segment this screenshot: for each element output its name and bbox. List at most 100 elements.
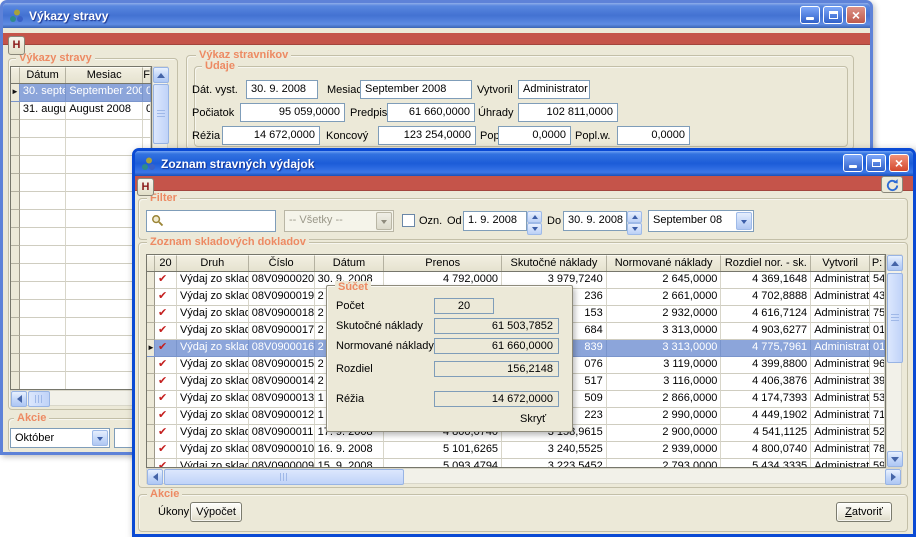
front-table-vscrollbar[interactable]: [886, 254, 902, 468]
titlebar-front[interactable]: Zoznam stravných výdajok ×: [135, 151, 913, 176]
column-header[interactable]: [147, 255, 155, 271]
scroll-down-button[interactable]: [887, 451, 903, 467]
table-row[interactable]: [11, 192, 151, 210]
popl-w-field[interactable]: 0,0000: [617, 126, 690, 145]
table-row[interactable]: [11, 210, 151, 228]
table-row[interactable]: [11, 246, 151, 264]
rozdiel-cell: 4 406,3876: [721, 374, 811, 391]
table-row[interactable]: [11, 372, 151, 390]
pocet-label: Počet: [336, 300, 364, 312]
scroll-left-button[interactable]: [147, 469, 163, 485]
maximize-button[interactable]: [866, 154, 886, 172]
table-row[interactable]: [11, 264, 151, 282]
minimize-button[interactable]: [800, 6, 820, 24]
table-row[interactable]: ✔Výdaj zo skladu08V090000915. 9. 20085 0…: [147, 459, 885, 468]
normovane-cell: 3 313,0000: [607, 340, 722, 357]
column-header[interactable]: Dátum: [315, 255, 385, 271]
spin-up-icon[interactable]: [527, 211, 542, 223]
rezia-field[interactable]: 14 672,0000: [222, 126, 320, 145]
table-row[interactable]: [11, 300, 151, 318]
filter-type-dropdown[interactable]: -- Všetky --: [284, 210, 394, 232]
scroll-left-button[interactable]: [11, 391, 27, 407]
scroll-up-button[interactable]: [153, 67, 169, 83]
f-cell: 0: [143, 102, 151, 120]
ozn-checkbox[interactable]: [402, 214, 415, 227]
table-row[interactable]: [11, 318, 151, 336]
uhrady-field[interactable]: 102 811,0000: [518, 103, 618, 122]
column-header[interactable]: Číslo: [249, 255, 315, 271]
scroll-thumb[interactable]: [164, 469, 404, 485]
chevron-down-icon[interactable]: [736, 212, 752, 230]
rozdiel-cell: 4 174,7393: [721, 391, 811, 408]
scroll-up-button[interactable]: [887, 255, 903, 271]
month-dropdown[interactable]: Október: [10, 428, 110, 448]
month-filter-dropdown[interactable]: September 08: [648, 210, 754, 232]
column-header[interactable]: Vytvoril: [811, 255, 870, 271]
column-header[interactable]: Rozdiel nor. - sk.: [721, 255, 811, 271]
scroll-right-button[interactable]: [885, 469, 901, 485]
column-header[interactable]: Skutočné náklady: [502, 255, 607, 271]
dat-vyst-field[interactable]: 30. 9. 2008: [246, 80, 318, 99]
help-button[interactable]: H: [137, 178, 154, 196]
help-button[interactable]: H: [8, 36, 25, 55]
search-input[interactable]: [146, 210, 276, 232]
scroll-thumb[interactable]: [153, 84, 169, 144]
minimize-button[interactable]: [843, 154, 863, 172]
column-header[interactable]: F: [143, 67, 151, 83]
column-header[interactable]: Dátum: [20, 67, 66, 83]
rozdiel-cell: 4 800,0740: [721, 442, 811, 459]
table-row[interactable]: ✔Výdaj zo skladu08V090001016. 9. 20085 1…: [147, 442, 885, 459]
scroll-thumb[interactable]: [887, 273, 903, 363]
table-row[interactable]: [11, 354, 151, 372]
od-date-spinner[interactable]: [527, 211, 542, 231]
column-header[interactable]: 20: [155, 255, 177, 271]
do-date-spinner[interactable]: [627, 211, 642, 231]
row-marker-cell: [11, 282, 20, 300]
column-header[interactable]: Druh: [177, 255, 249, 271]
od-date-field[interactable]: 1. 9. 2008: [463, 211, 527, 231]
predpis-field[interactable]: 61 660,0000: [387, 103, 475, 122]
vypocet-button[interactable]: Výpočet: [190, 502, 242, 522]
pociatok-field[interactable]: 95 059,0000: [240, 103, 345, 122]
close-button[interactable]: ×: [846, 6, 866, 24]
cislo-cell: 08V0900010: [249, 442, 315, 459]
front-table-hscrollbar[interactable]: [146, 468, 902, 484]
spin-up-icon[interactable]: [627, 211, 642, 223]
table-row[interactable]: ►30. septeSeptember 20080: [11, 84, 151, 102]
table-row[interactable]: [11, 336, 151, 354]
table-row[interactable]: [11, 282, 151, 300]
zatvorit-button[interactable]: Zatvoriť: [836, 502, 892, 522]
spin-down-icon[interactable]: [627, 223, 642, 235]
druh-cell: Výdaj zo skladu: [177, 459, 249, 468]
titlebar-back[interactable]: Výkazy stravy ×: [3, 3, 870, 28]
druh-cell: Výdaj zo skladu: [177, 340, 249, 357]
table-row[interactable]: [11, 174, 151, 192]
table-row[interactable]: [11, 156, 151, 174]
table-row[interactable]: [11, 138, 151, 156]
koncovy-field[interactable]: 123 254,0000: [378, 126, 476, 145]
p-cell: 01: [870, 340, 885, 357]
column-header[interactable]: P:: [870, 255, 885, 271]
spin-down-icon[interactable]: [527, 223, 542, 235]
vytvoril-field[interactable]: Administrator: [518, 80, 590, 99]
column-header[interactable]: Normované náklady: [607, 255, 722, 271]
rezia-label: Réžia: [192, 130, 220, 142]
table-row[interactable]: 31. augusAugust 20080: [11, 102, 151, 120]
refresh-icon[interactable]: [881, 176, 903, 193]
ukony-menu[interactable]: Úkony: [158, 506, 189, 518]
skryt-button[interactable]: Skryť: [520, 413, 546, 425]
column-header[interactable]: [11, 67, 20, 83]
maximize-button[interactable]: [823, 6, 843, 24]
column-header[interactable]: Mesiac: [66, 67, 143, 83]
do-date-field[interactable]: 30. 9. 2008: [563, 211, 627, 231]
table-row[interactable]: [11, 228, 151, 246]
scroll-thumb[interactable]: [28, 391, 50, 407]
table-row[interactable]: [11, 120, 151, 138]
column-header[interactable]: Prenos: [384, 255, 502, 271]
popl-field[interactable]: 0,0000: [498, 126, 571, 145]
chevron-down-icon[interactable]: [92, 430, 108, 446]
check-icon: ✔: [158, 375, 167, 387]
close-button[interactable]: ×: [889, 154, 909, 172]
mesiac-field[interactable]: September 2008: [360, 80, 472, 99]
check-icon: ✔: [158, 443, 167, 455]
